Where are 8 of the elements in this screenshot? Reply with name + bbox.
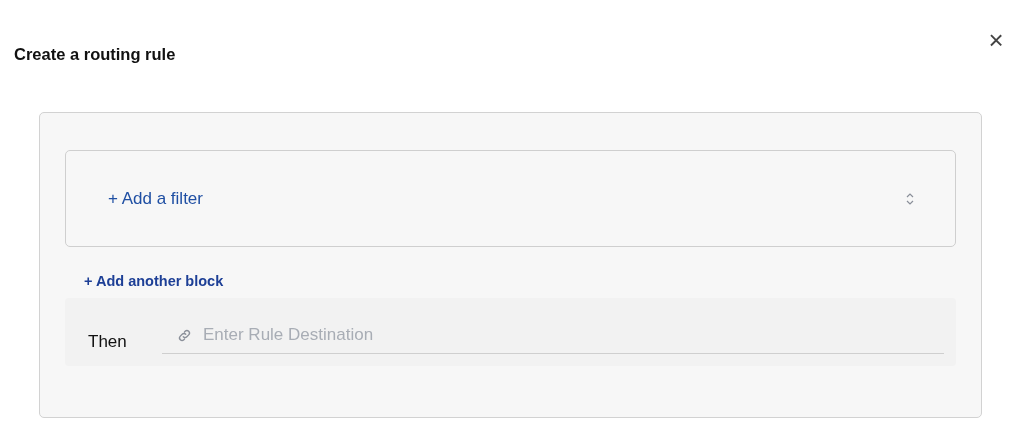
then-label: Then	[88, 331, 128, 353]
dialog-title: Create a routing rule	[14, 44, 176, 65]
destination-field[interactable]: Enter Rule Destination	[162, 317, 944, 354]
destination-input[interactable]: Enter Rule Destination	[203, 322, 903, 348]
link-icon	[177, 327, 192, 343]
add-block-button[interactable]: + Add another block	[84, 271, 224, 293]
close-button[interactable]: ×	[984, 28, 1008, 52]
add-filter-button[interactable]: + Add a filter	[108, 185, 203, 212]
